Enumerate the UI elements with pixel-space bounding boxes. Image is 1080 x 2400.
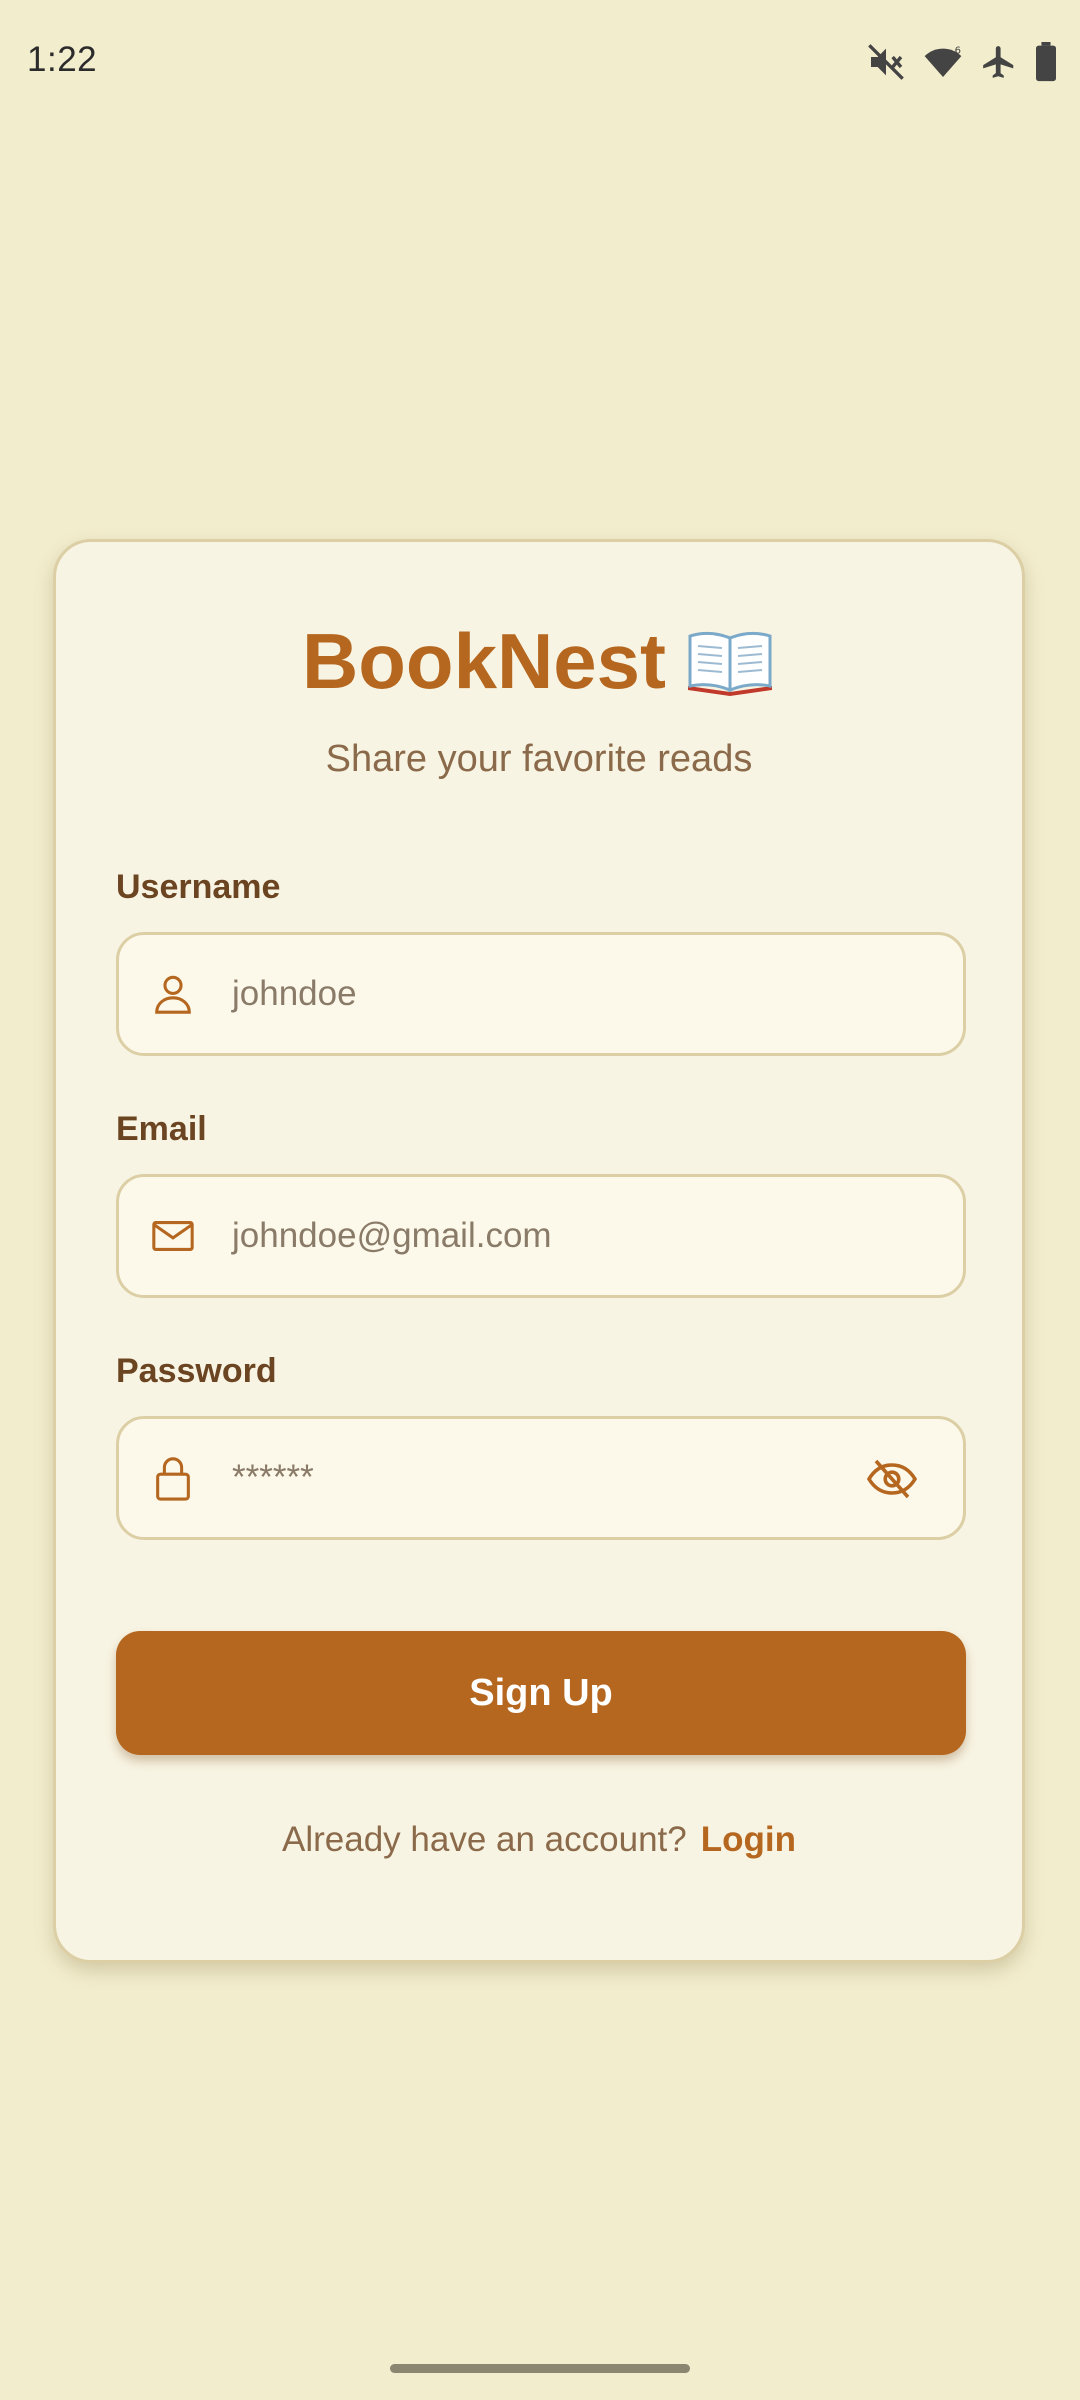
status-bar: 1:22 6: [0, 0, 1080, 124]
svg-text:6: 6: [955, 46, 961, 57]
mute-icon: [866, 40, 906, 84]
status-time: 1:22: [27, 40, 98, 79]
password-label: Password: [116, 1352, 277, 1390]
username-label: Username: [116, 868, 281, 906]
email-field[interactable]: johndoe@gmail.com: [116, 1174, 966, 1298]
signup-card: BookNest Share your favorite reads Usern…: [53, 539, 1025, 1963]
login-prompt-text: Already have an account?: [282, 1820, 687, 1859]
battery-icon: [1034, 40, 1058, 84]
wifi-icon: 6: [922, 40, 964, 84]
login-row: Already have an account? Login: [56, 1820, 1022, 1860]
password-placeholder: ******: [232, 1458, 314, 1497]
mail-icon: [149, 1212, 197, 1260]
open-book-icon: [684, 626, 776, 696]
username-field[interactable]: johndoe: [116, 932, 966, 1056]
status-icons: 6: [866, 40, 1058, 84]
home-indicator[interactable]: [390, 2364, 690, 2373]
login-link[interactable]: Login: [701, 1820, 796, 1860]
app-title: BookNest: [301, 617, 667, 705]
title-row: BookNest: [56, 622, 1022, 700]
eye-off-icon[interactable]: [865, 1457, 919, 1501]
password-field[interactable]: ******: [116, 1416, 966, 1540]
person-icon: [149, 970, 197, 1018]
airplane-icon: [980, 40, 1018, 84]
app-subtitle: Share your favorite reads: [325, 738, 753, 780]
lock-icon: [149, 1454, 197, 1502]
signup-button[interactable]: Sign Up: [116, 1631, 966, 1755]
email-label: Email: [116, 1110, 207, 1148]
username-placeholder: johndoe: [232, 974, 357, 1013]
email-placeholder: johndoe@gmail.com: [232, 1216, 552, 1255]
